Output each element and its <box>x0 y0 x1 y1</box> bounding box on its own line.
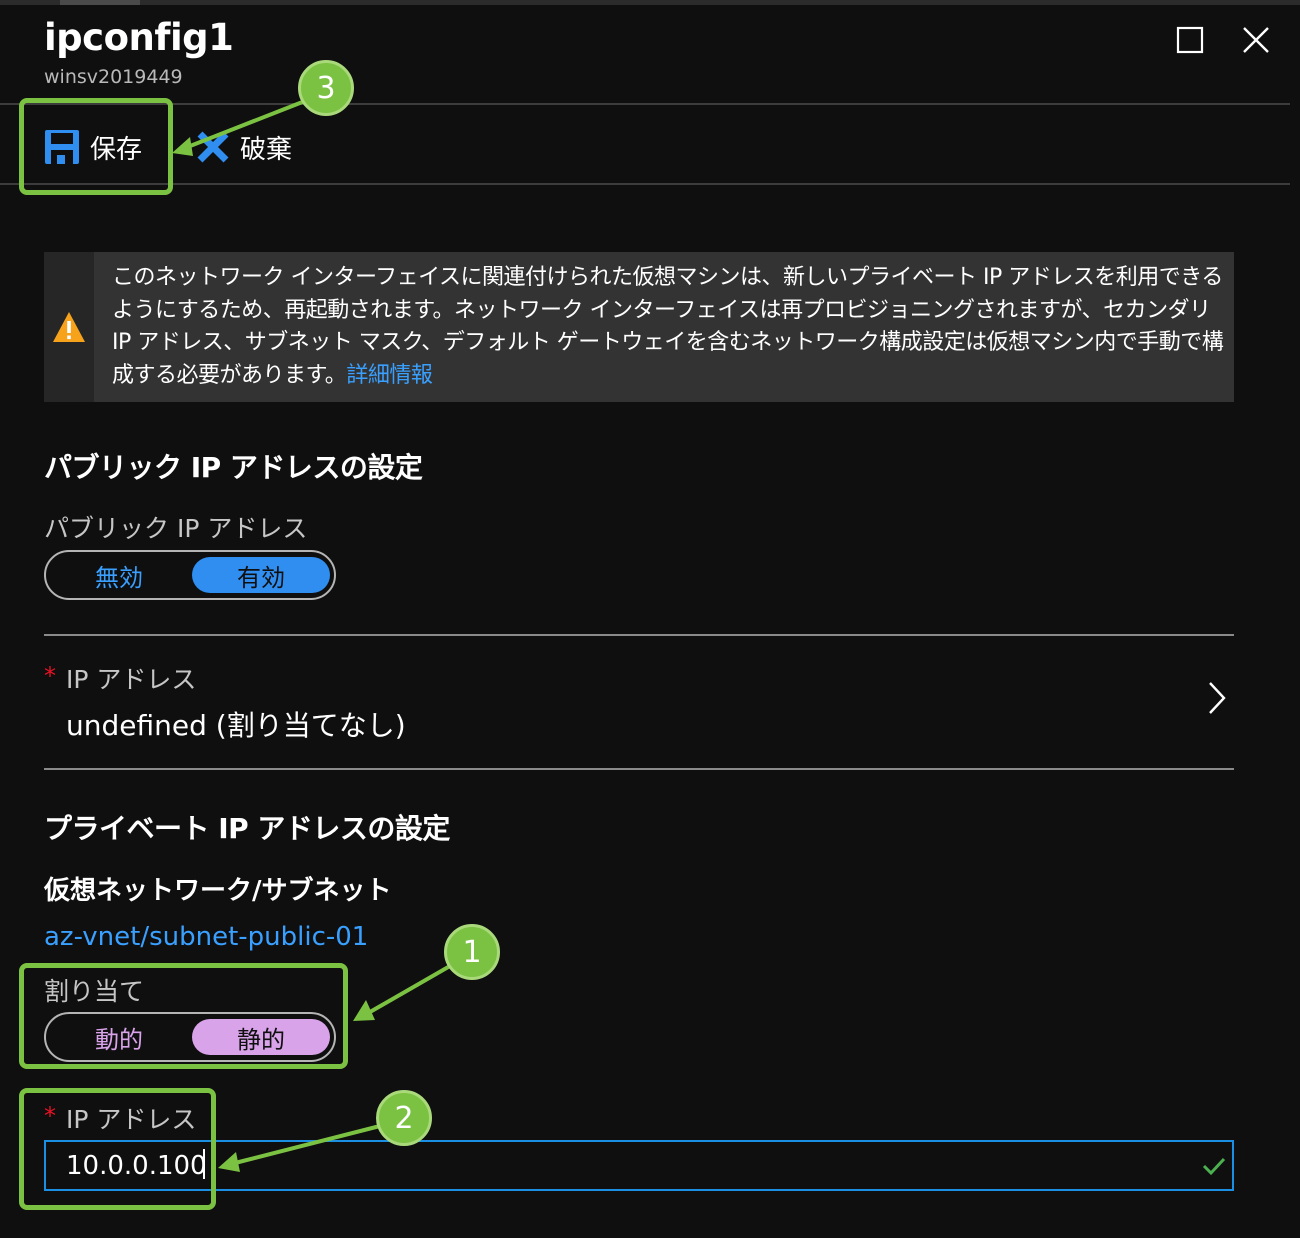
blade-subtitle: winsv2019449 <box>44 66 183 88</box>
public-ip-address-label: IP アドレス <box>66 665 197 694</box>
square-icon <box>1176 26 1204 54</box>
warning-icon-area <box>44 252 94 402</box>
blade-title: ipconfig1 <box>44 16 234 59</box>
learn-more-link[interactable]: 詳細情報 <box>346 363 433 388</box>
divider <box>44 634 1234 636</box>
public-ip-address-row[interactable]: * IP アドレス undefined (割り当てなし) <box>44 660 1234 760</box>
maximize-button[interactable] <box>1172 22 1208 58</box>
checkmark-icon <box>1202 1157 1226 1176</box>
warning-text: このネットワーク インターフェイスに関連付けられた仮想マシンは、新しいプライベー… <box>112 265 1224 388</box>
required-asterisk: * <box>44 662 56 690</box>
warning-banner: このネットワーク インターフェイスに関連付けられた仮想マシンは、新しいプライベー… <box>44 252 1234 402</box>
warning-triangle-icon <box>53 312 85 342</box>
public-ip-toggle-label: パブリック IP アドレス <box>44 514 308 543</box>
close-x-icon <box>1243 27 1269 53</box>
annotation-highlight-ip <box>19 1088 216 1210</box>
private-ip-section-title: プライベート IP アドレスの設定 <box>44 812 450 845</box>
close-button[interactable] <box>1238 22 1274 58</box>
x-icon <box>197 131 229 163</box>
toggle-option-disabled[interactable]: 無効 <box>50 557 188 593</box>
private-ip-input[interactable]: 10.0.0.100 <box>44 1140 1234 1191</box>
window-top-tab <box>60 0 140 5</box>
annotation-highlight-save <box>19 98 173 195</box>
annotation-marker-2: 2 <box>376 1090 432 1146</box>
chevron-right-icon <box>1209 682 1226 714</box>
warning-message: このネットワーク インターフェイスに関連付けられた仮想マシンは、新しいプライベー… <box>112 262 1227 392</box>
toggle-option-enabled[interactable]: 有効 <box>192 557 330 593</box>
public-ip-address-value: undefined (割り当てなし) <box>66 709 406 742</box>
vnet-link[interactable]: az-vnet/subnet-public-01 <box>44 922 368 952</box>
public-ip-section-title: パブリック IP アドレスの設定 <box>44 451 423 484</box>
annotation-marker-1: 1 <box>444 924 500 980</box>
public-ip-toggle[interactable]: 無効 有効 <box>44 550 336 600</box>
header-divider <box>0 103 1290 105</box>
vnet-label: 仮想ネットワーク/サブネット <box>44 876 392 906</box>
annotation-marker-3: 3 <box>298 60 354 116</box>
annotation-highlight-assignment <box>19 963 348 1069</box>
window-top-edge <box>0 0 1300 5</box>
discard-button[interactable]: 破棄 <box>196 124 292 170</box>
discard-label: 破棄 <box>240 134 293 165</box>
divider <box>44 768 1234 770</box>
toolbar-divider <box>0 183 1290 185</box>
